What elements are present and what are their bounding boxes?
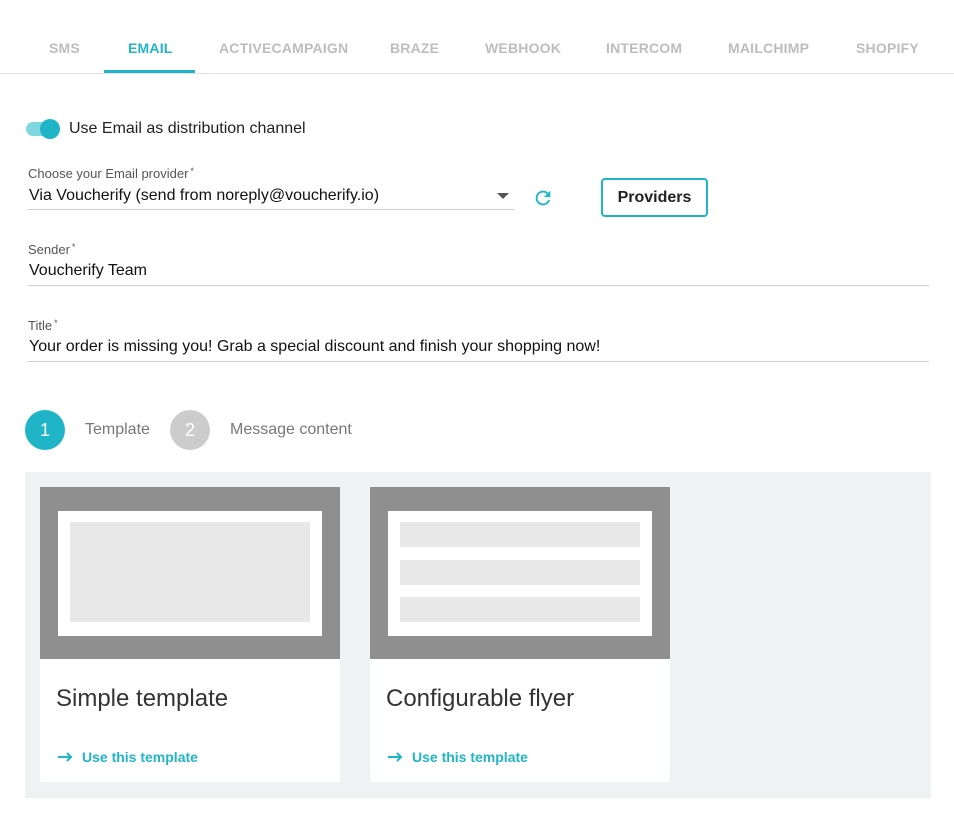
use-template-label: Use this template [412, 749, 528, 765]
use-template-link[interactable]: Use this template [388, 749, 528, 765]
step-1-label[interactable]: Template [85, 421, 150, 439]
tab-shopify[interactable]: SHOPIFY [856, 40, 919, 56]
chevron-down-icon[interactable] [497, 193, 509, 199]
channel-tabs: SMS EMAIL ACTIVECAMPAIGN BRAZE WEBHOOK I… [0, 0, 954, 74]
distribution-toggle-label: Use Email as distribution channel [69, 120, 306, 137]
sender-input[interactable]: Voucherify Team [29, 262, 147, 280]
title-underline [28, 361, 929, 362]
tab-braze[interactable]: BRAZE [390, 40, 439, 56]
provider-underline [28, 209, 515, 210]
preview-block [400, 522, 640, 547]
step-2-circle[interactable]: 2 [170, 410, 210, 450]
refresh-icon[interactable] [532, 187, 554, 209]
title-input[interactable]: Your order is missing you! Grab a specia… [29, 338, 600, 356]
title-label: Title * [28, 318, 58, 333]
use-template-label: Use this template [82, 749, 198, 765]
providers-button[interactable]: Providers [601, 178, 708, 217]
template-gallery: Simple template Use this template Config… [25, 472, 931, 798]
preview-block [400, 560, 640, 585]
required-mark: * [54, 318, 58, 328]
sender-underline [28, 285, 929, 286]
title-label-text: Title [28, 318, 53, 333]
template-card-simple[interactable]: Simple template Use this template [40, 487, 340, 782]
distribution-toggle-row: Use Email as distribution channel [26, 118, 306, 140]
arrow-right-icon [388, 752, 403, 762]
provider-label-text: Choose your Email provider [28, 166, 189, 181]
arrow-right-icon [58, 752, 73, 762]
tab-webhook[interactable]: WEBHOOK [485, 40, 561, 56]
preview-block [400, 597, 640, 622]
preview-paper [58, 511, 322, 636]
sender-label-text: Sender [28, 242, 70, 257]
step-1-circle[interactable]: 1 [25, 410, 65, 450]
preview-block [70, 522, 310, 622]
template-card-flyer[interactable]: Configurable flyer Use this template [370, 487, 670, 782]
preview-paper [388, 511, 652, 636]
distribution-toggle[interactable] [26, 118, 62, 140]
tab-mailchimp[interactable]: MAILCHIMP [728, 40, 809, 56]
tab-sms[interactable]: SMS [49, 40, 80, 56]
sender-label: Sender * [28, 242, 75, 257]
tab-email[interactable]: EMAIL [128, 40, 173, 56]
template-title: Configurable flyer [386, 685, 575, 712]
provider-label: Choose your Email provider * [28, 166, 194, 181]
template-preview [370, 487, 670, 659]
use-template-link[interactable]: Use this template [58, 749, 198, 765]
required-mark: * [190, 166, 194, 176]
active-tab-indicator [104, 70, 195, 73]
provider-select[interactable]: Via Voucherify (send from noreply@vouche… [29, 187, 379, 205]
tab-activecampaign[interactable]: ACTIVECAMPAIGN [219, 40, 348, 56]
tab-intercom[interactable]: INTERCOM [606, 40, 682, 56]
required-mark: * [71, 242, 76, 252]
toggle-knob [40, 119, 60, 139]
template-title: Simple template [56, 685, 229, 712]
step-2-label[interactable]: Message content [230, 421, 352, 439]
template-preview [40, 487, 340, 659]
